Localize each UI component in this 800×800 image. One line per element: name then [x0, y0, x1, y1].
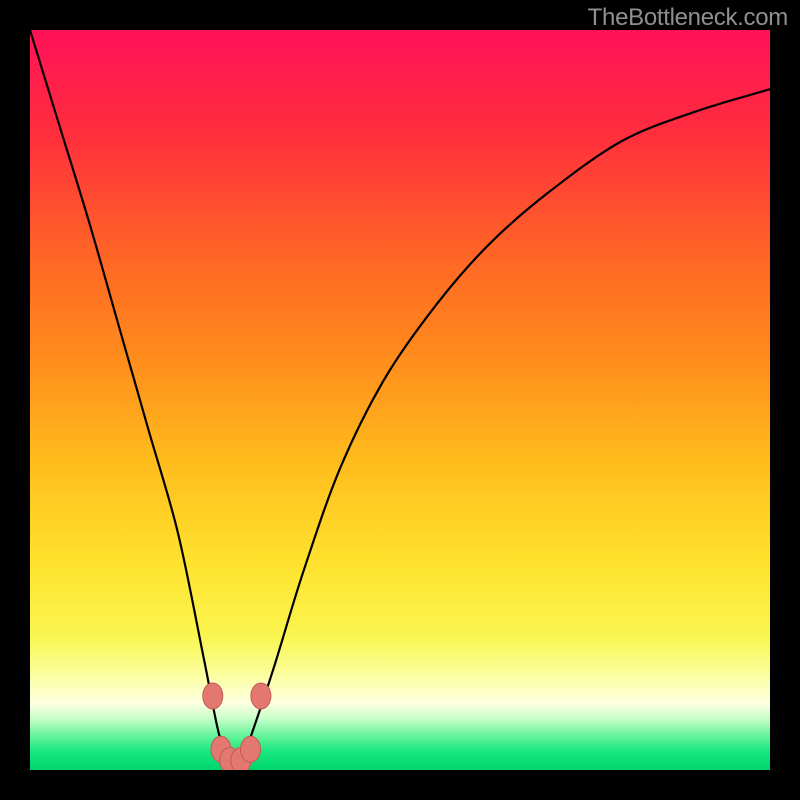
bottleneck-chart	[30, 30, 770, 770]
curve-marker	[241, 736, 261, 762]
watermark-label: TheBottleneck.com	[588, 4, 788, 32]
curve-marker	[251, 683, 271, 709]
chart-frame: TheBottleneck.com	[0, 0, 800, 800]
curve-marker	[203, 683, 223, 709]
plot-area	[30, 30, 770, 770]
